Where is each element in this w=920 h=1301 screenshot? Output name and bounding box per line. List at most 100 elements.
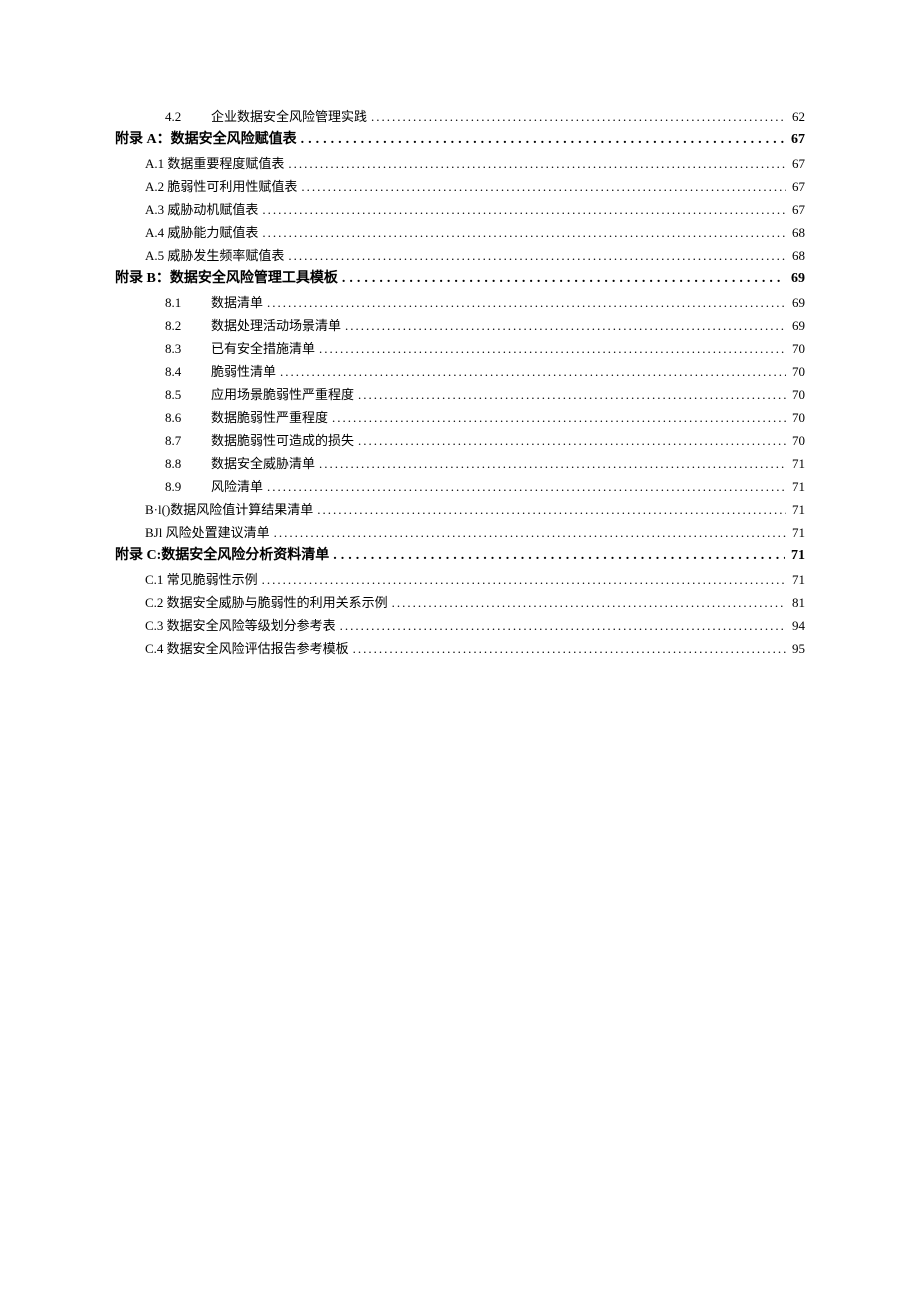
toc-entry-number: 4.2 bbox=[165, 110, 193, 123]
toc-entry-label: 数据清单 bbox=[211, 296, 263, 309]
toc-entry-page: 68 bbox=[792, 249, 805, 262]
toc-leader-dots bbox=[262, 203, 786, 216]
toc-entry: C.1 常见脆弱性示例 71 bbox=[145, 573, 805, 586]
toc-leader-dots bbox=[371, 110, 786, 123]
toc-entry-label: 应用场景脆弱性严重程度 bbox=[211, 388, 354, 401]
toc-entry-number: 8.3 bbox=[165, 342, 193, 355]
toc-entry: A.4 威胁能力赋值表 68 bbox=[145, 226, 805, 239]
toc-leader-dots bbox=[288, 157, 786, 170]
toc-entry-page: 70 bbox=[792, 411, 805, 424]
toc-entry-number: 8.1 bbox=[165, 296, 193, 309]
toc-entry: 附录 A：数据安全风险赋值表 67 bbox=[115, 133, 805, 147]
toc-entry-page: 68 bbox=[792, 226, 805, 239]
toc-entry: 8.3 已有安全措施清单 70 bbox=[165, 342, 805, 355]
toc-entry: A.5 威胁发生频率赋值表 68 bbox=[145, 249, 805, 262]
toc-entry-page: 71 bbox=[791, 549, 805, 563]
toc-leader-dots bbox=[353, 642, 786, 655]
toc-entry: C.3 数据安全风险等级划分参考表 94 bbox=[145, 619, 805, 632]
toc-entry-label: C.2 数据安全威胁与脆弱性的利用关系示例 bbox=[145, 596, 388, 609]
toc-entry: 8.5 应用场景脆弱性严重程度 70 bbox=[165, 388, 805, 401]
toc-entry: BJl 风险处置建议清单 71 bbox=[145, 526, 805, 539]
toc-leader-dots bbox=[317, 503, 786, 516]
toc-entry-label: A.2 脆弱性可利用性赋值表 bbox=[145, 180, 297, 193]
toc-entry-page: 94 bbox=[792, 619, 805, 632]
toc-leader-dots bbox=[319, 457, 786, 470]
toc-leader-dots bbox=[262, 226, 786, 239]
toc-entry: 8.7 数据脆弱性可造成的损失 70 bbox=[165, 434, 805, 447]
toc-entry-label: 数据处理活动场景清单 bbox=[211, 319, 341, 332]
toc-entry-page: 67 bbox=[792, 203, 805, 216]
toc-entry-label: C.4 数据安全风险评估报告参考模板 bbox=[145, 642, 349, 655]
toc-entry-page: 95 bbox=[792, 642, 805, 655]
toc-entry-number: 8.7 bbox=[165, 434, 193, 447]
toc-entry-label: A.5 威胁发生频率赋值表 bbox=[145, 249, 284, 262]
toc-entry-page: 71 bbox=[792, 457, 805, 470]
toc-entry-page: 67 bbox=[792, 180, 805, 193]
table-of-contents: 4.2企业数据安全风险管理实践62附录 A：数据安全风险赋值表67A.1 数据重… bbox=[115, 110, 805, 655]
toc-entry-label: A.4 威胁能力赋值表 bbox=[145, 226, 258, 239]
toc-leader-dots bbox=[333, 549, 785, 563]
toc-leader-dots bbox=[301, 133, 785, 147]
toc-entry-number: 8.5 bbox=[165, 388, 193, 401]
toc-entry-page: 67 bbox=[792, 157, 805, 170]
toc-leader-dots bbox=[332, 411, 786, 424]
toc-entry: C.2 数据安全威胁与脆弱性的利用关系示例81 bbox=[145, 596, 805, 609]
toc-entry-label: C.1 常见脆弱性示例 bbox=[145, 573, 258, 586]
toc-entry-page: 70 bbox=[792, 342, 805, 355]
toc-entry: 8.2 数据处理活动场景清单 69 bbox=[165, 319, 805, 332]
toc-entry: 4.2 企业数据安全风险管理实践 62 bbox=[165, 110, 805, 123]
toc-entry-page: 70 bbox=[792, 388, 805, 401]
toc-entry-label: A.1 数据重要程度赋值表 bbox=[145, 157, 284, 170]
toc-leader-dots bbox=[267, 480, 786, 493]
toc-entry-label: 企业数据安全风险管理实践 bbox=[211, 110, 367, 123]
toc-entry-number: 8.8 bbox=[165, 457, 193, 470]
toc-entry-number: 8.4 bbox=[165, 365, 193, 378]
toc-entry-page: 71 bbox=[792, 526, 805, 539]
toc-entry-label: 数据安全威胁清单 bbox=[211, 457, 315, 470]
toc-leader-dots bbox=[358, 434, 786, 447]
toc-entry: B·l()数据风险值计算结果清单 71 bbox=[145, 503, 805, 516]
toc-entry-label: C.3 数据安全风险等级划分参考表 bbox=[145, 619, 336, 632]
toc-entry: 8.6数据脆弱性严重程度70 bbox=[165, 411, 805, 424]
toc-entry-label: 已有安全措施清单 bbox=[211, 342, 315, 355]
toc-entry-label: B·l()数据风险值计算结果清单 bbox=[145, 503, 313, 516]
toc-entry-label: 附录 B：数据安全风险管理工具模板 bbox=[115, 272, 338, 286]
toc-entry-label: 附录 C:数据安全风险分析资料清单 bbox=[115, 549, 329, 563]
toc-entry-label: BJl 风险处置建议清单 bbox=[145, 526, 270, 539]
toc-entry-label: 附录 A：数据安全风险赋值表 bbox=[115, 133, 297, 147]
toc-leader-dots bbox=[342, 272, 785, 286]
toc-entry-label: A.3 威胁动机赋值表 bbox=[145, 203, 258, 216]
toc-entry-page: 69 bbox=[792, 319, 805, 332]
toc-leader-dots bbox=[288, 249, 786, 262]
toc-leader-dots bbox=[301, 180, 786, 193]
toc-entry-page: 71 bbox=[792, 573, 805, 586]
toc-leader-dots bbox=[358, 388, 786, 401]
toc-entry: A.3 威胁动机赋值表 67 bbox=[145, 203, 805, 216]
toc-entry-page: 70 bbox=[792, 434, 805, 447]
toc-entry-page: 67 bbox=[791, 133, 805, 147]
toc-leader-dots bbox=[262, 573, 786, 586]
toc-entry-number: 8.2 bbox=[165, 319, 193, 332]
toc-entry: A.1 数据重要程度赋值表 67 bbox=[145, 157, 805, 170]
toc-entry-number: 8.9 bbox=[165, 480, 193, 493]
toc-leader-dots bbox=[280, 365, 786, 378]
toc-leader-dots bbox=[319, 342, 786, 355]
toc-entry-page: 69 bbox=[791, 272, 805, 286]
toc-leader-dots bbox=[340, 619, 786, 632]
toc-leader-dots bbox=[267, 296, 786, 309]
toc-entry: A.2 脆弱性可利用性赋值表 67 bbox=[145, 180, 805, 193]
toc-entry-label: 脆弱性清单 bbox=[211, 365, 276, 378]
toc-entry-label: 数据脆弱性严重程度 bbox=[211, 411, 328, 424]
toc-entry-page: 71 bbox=[792, 503, 805, 516]
toc-leader-dots bbox=[345, 319, 786, 332]
toc-entry: 8.9风险清单71 bbox=[165, 480, 805, 493]
toc-entry: 附录 C:数据安全风险分析资料清单 71 bbox=[115, 549, 805, 563]
toc-leader-dots bbox=[392, 596, 786, 609]
toc-entry-label: 数据脆弱性可造成的损失 bbox=[211, 434, 354, 447]
toc-entry-page: 62 bbox=[792, 110, 805, 123]
toc-entry-label: 风险清单 bbox=[211, 480, 263, 493]
toc-entry: 8.4脆弱性清单70 bbox=[165, 365, 805, 378]
toc-entry: 8.8 数据安全威胁清单 71 bbox=[165, 457, 805, 470]
toc-entry: 附录 B：数据安全风险管理工具模板 69 bbox=[115, 272, 805, 286]
toc-entry: 8.1数据清单69 bbox=[165, 296, 805, 309]
